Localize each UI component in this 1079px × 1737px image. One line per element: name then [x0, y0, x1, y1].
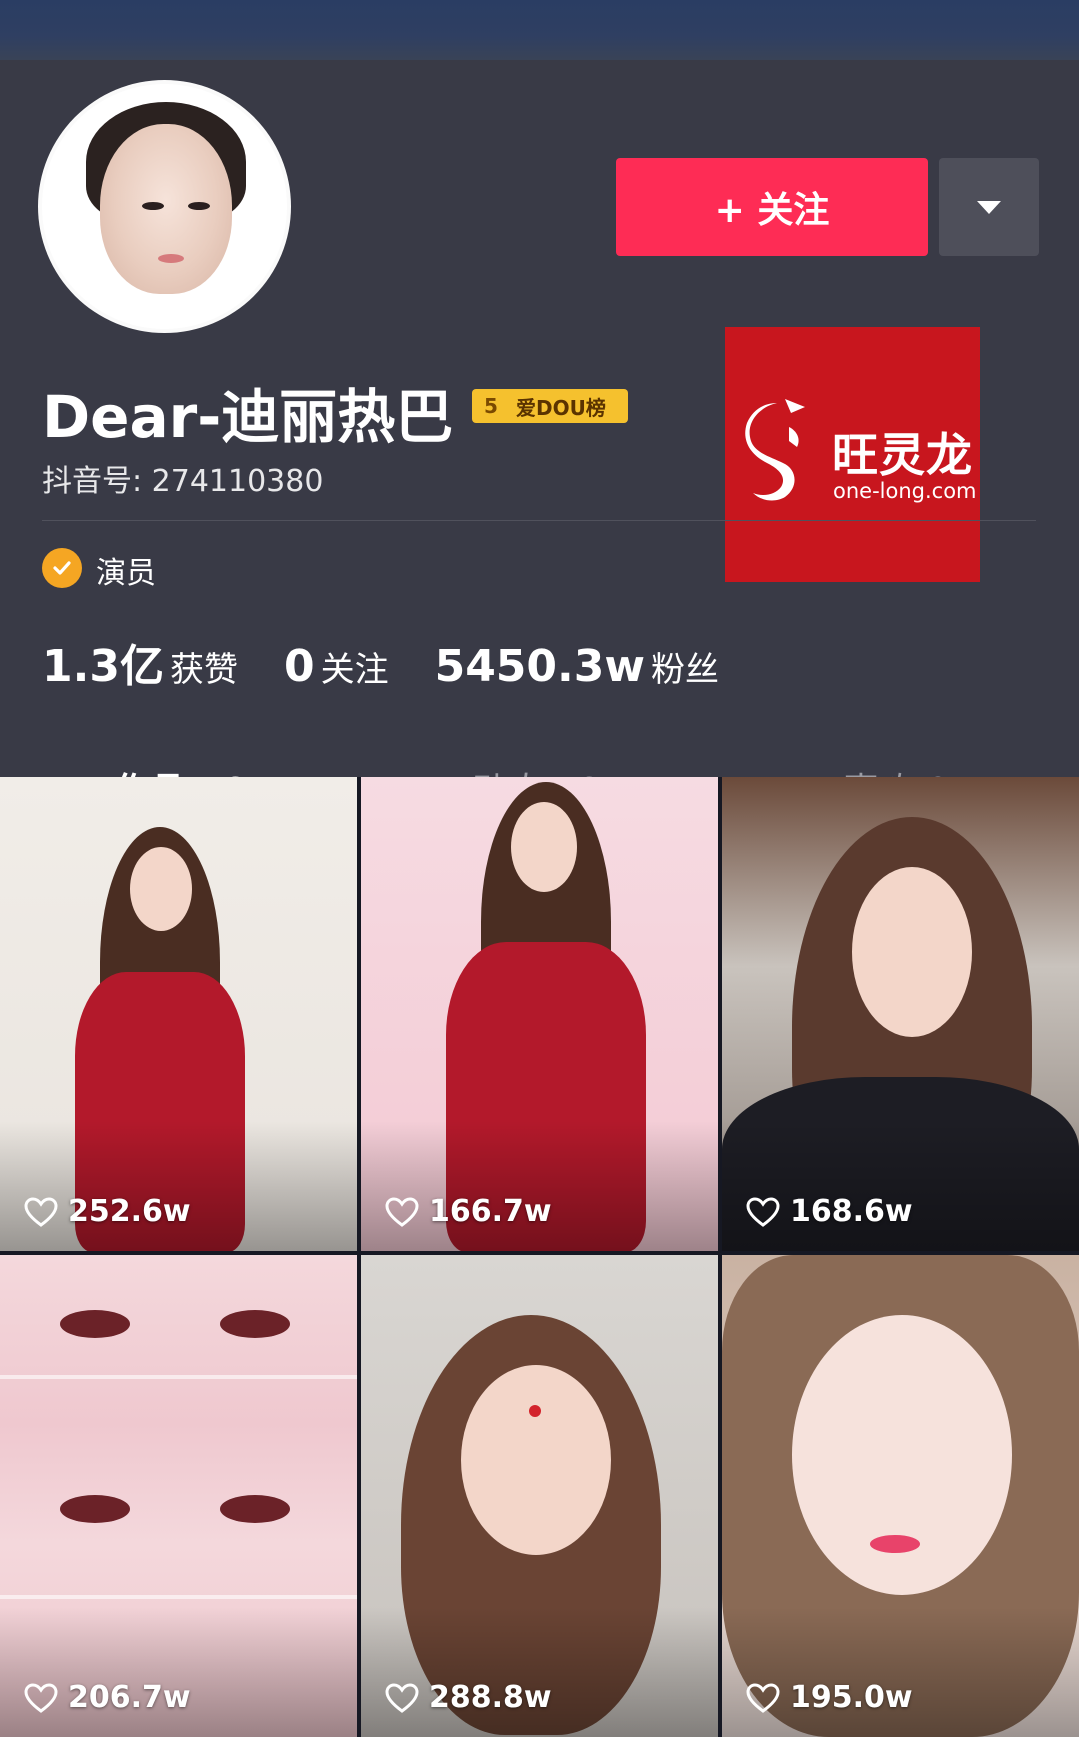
video-likes-count: 288.8w: [429, 1680, 552, 1715]
watermark-url: one-long.com: [833, 479, 977, 503]
video-grid: 252.6w 166.7w 168.6w 206.7w 288.8w 195.0…: [0, 777, 1079, 1737]
video-likes-count: 168.6w: [790, 1194, 913, 1229]
avatar[interactable]: [42, 84, 287, 329]
badge-rank: 5: [484, 394, 498, 418]
watermark-logo: 旺灵龙 one-long.com: [725, 327, 980, 582]
video-likes: 252.6w: [24, 1194, 191, 1229]
more-options-button[interactable]: [939, 158, 1039, 256]
follow-button-label: + 关注: [714, 190, 830, 231]
following-count[interactable]: 0: [284, 641, 315, 692]
video-likes: 166.7w: [385, 1194, 552, 1229]
verification-label: 演员: [96, 556, 156, 591]
followers-label[interactable]: 粉丝: [651, 642, 719, 691]
heart-icon: [385, 1196, 419, 1227]
douyin-id: 抖音号: 274110380: [42, 464, 324, 499]
likes-count: 1.3亿: [42, 641, 164, 692]
heart-icon: [385, 1682, 419, 1713]
badge-label: 爱DOU榜: [516, 395, 606, 420]
heart-icon: [746, 1682, 780, 1713]
video-likes-count: 195.0w: [790, 1680, 913, 1715]
cover-banner: [0, 0, 1079, 60]
stats-row: 1.3亿 获赞 0 关注 5450.3w 粉丝: [42, 630, 765, 694]
video-likes: 288.8w: [385, 1680, 552, 1715]
video-thumbnail[interactable]: 195.0w: [722, 1255, 1079, 1737]
heart-icon: [24, 1682, 58, 1713]
video-likes-count: 252.6w: [68, 1194, 191, 1229]
heart-icon: [746, 1196, 780, 1227]
likes-label: 获赞: [169, 650, 238, 690]
followers-count[interactable]: 5450.3w: [435, 641, 645, 692]
video-thumbnail[interactable]: 166.7w: [361, 777, 718, 1251]
rank-badge[interactable]: 5 爱DOU榜: [472, 389, 628, 423]
profile-header: + 关注 旺灵龙 one-long.com Dear-迪丽热巴 5 爱DOU榜 …: [0, 60, 1079, 837]
crown-icon: 5: [472, 389, 510, 423]
dragon-logo-icon: [745, 399, 805, 501]
video-likes-count: 166.7w: [429, 1194, 552, 1229]
chevron-down-icon: [977, 200, 1001, 214]
heart-icon: [24, 1196, 58, 1227]
video-thumbnail[interactable]: 252.6w: [0, 777, 357, 1251]
video-likes: 206.7w: [24, 1680, 191, 1715]
video-thumbnail[interactable]: 288.8w: [361, 1255, 718, 1737]
watermark-brand: 旺灵龙: [832, 428, 973, 482]
video-likes: 168.6w: [746, 1194, 913, 1229]
profile-name: Dear-迪丽热巴: [42, 383, 454, 451]
video-likes: 195.0w: [746, 1680, 913, 1715]
video-thumbnail[interactable]: 206.7w: [0, 1255, 357, 1737]
follow-button[interactable]: + 关注: [616, 158, 928, 256]
video-thumbnail[interactable]: 168.6w: [722, 777, 1079, 1251]
following-label[interactable]: 关注: [321, 642, 389, 691]
divider: [42, 520, 1036, 521]
video-likes-count: 206.7w: [68, 1680, 191, 1715]
verified-check-icon: [42, 548, 82, 588]
